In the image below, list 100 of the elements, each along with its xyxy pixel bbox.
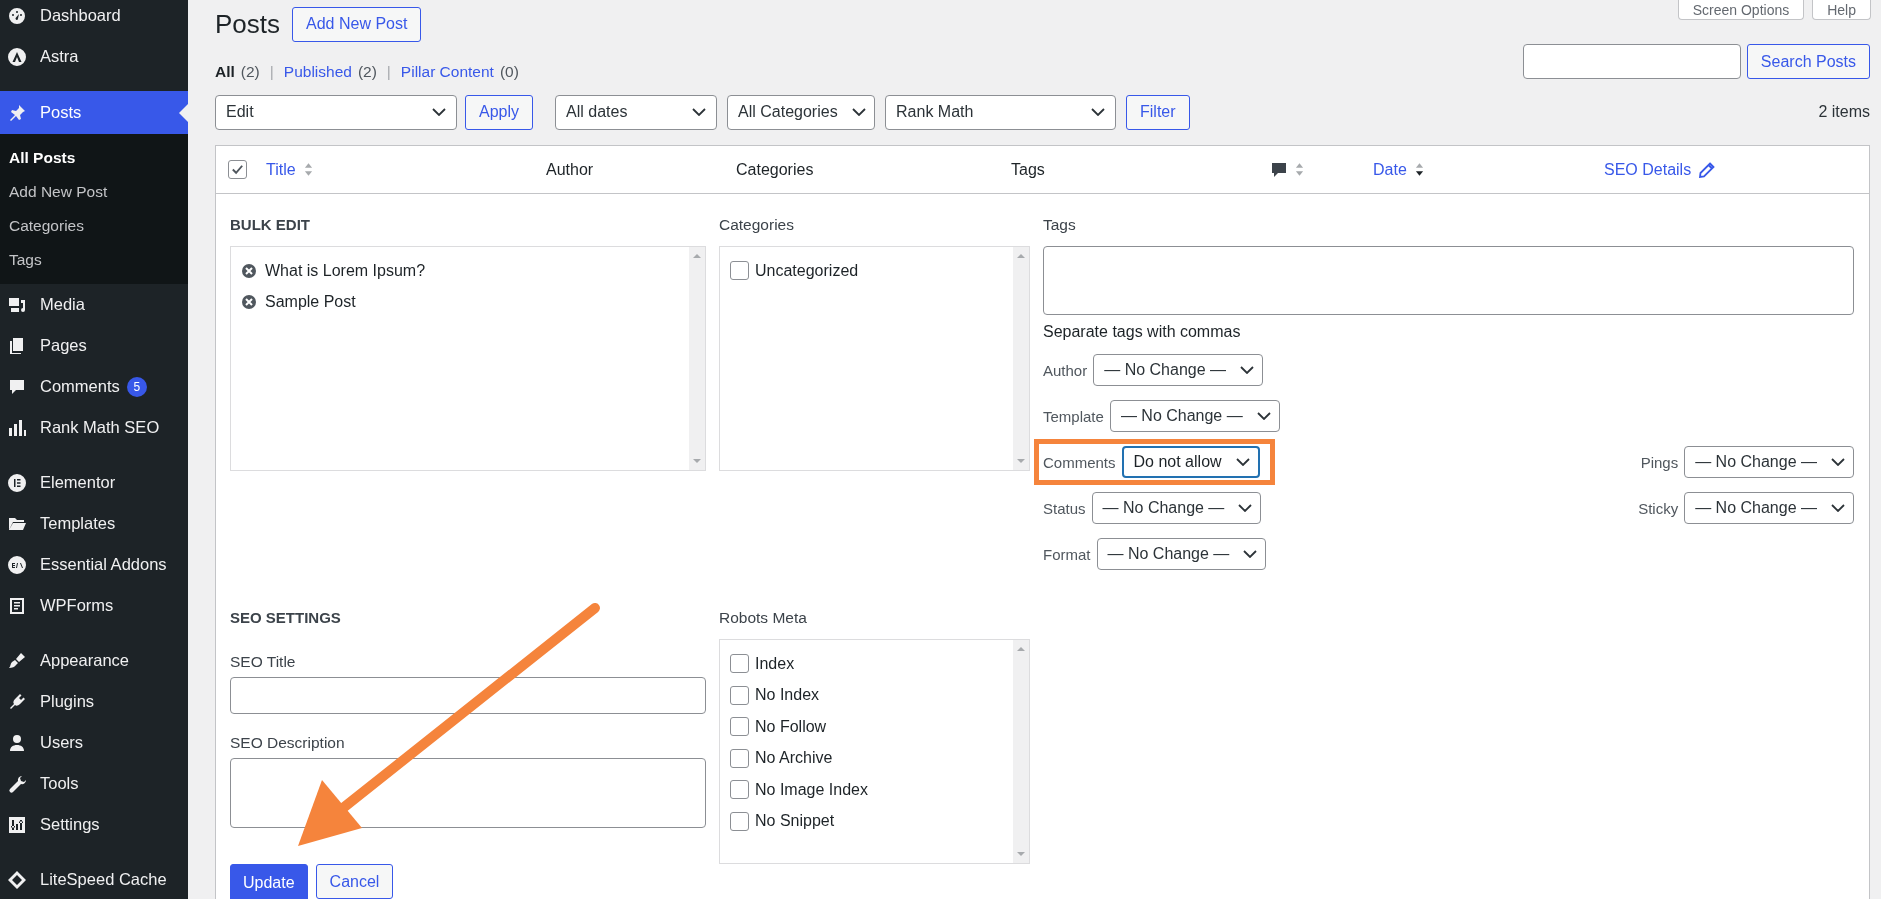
submenu-item[interactable]: All Posts	[0, 141, 188, 175]
sidebar-item[interactable]: Users	[0, 722, 188, 763]
checkbox-label: No Image Index	[755, 780, 868, 799]
bulk-actions-select[interactable]: Edit	[215, 94, 457, 130]
robots-checkbox[interactable]	[730, 717, 749, 737]
checkmark-icon	[230, 162, 245, 177]
user-icon	[7, 732, 27, 753]
circle-logo-icon	[7, 472, 27, 493]
field-label: SEO Description	[230, 733, 346, 753]
submenu-item[interactable]: Add New Post	[0, 175, 188, 209]
sidebar-item[interactable]: Elementor	[0, 462, 188, 503]
search-posts-button[interactable]: Search Posts	[1746, 44, 1870, 79]
sidebar-item[interactable]: Plugins	[0, 681, 188, 722]
chevron-down-icon	[851, 108, 866, 116]
remove-icon[interactable]	[241, 293, 257, 310]
sidebar-item[interactable]: Rank Math SEO	[0, 407, 188, 448]
view-link[interactable]: Pillar Content	[400, 63, 494, 81]
field-label: Pings	[1640, 453, 1679, 471]
chevron-down-icon	[1238, 504, 1253, 512]
item-count: 2 items	[1818, 103, 1870, 121]
scrollbar[interactable]	[1013, 247, 1029, 470]
sidebar-item[interactable]: Tools	[0, 763, 188, 804]
category-checkbox[interactable]	[730, 261, 749, 281]
field-label: Tags	[1043, 215, 1077, 235]
section-title: BULK EDIT	[230, 215, 311, 235]
view-link[interactable]: Published	[283, 63, 352, 81]
add-new-post-button[interactable]: Add New Post	[292, 6, 422, 42]
dropdown-select[interactable]: Do not allow	[1121, 446, 1260, 478]
checkbox-label: No Follow	[755, 717, 827, 736]
field-hint: Separate tags with commas	[1043, 323, 1242, 341]
sidebar-item[interactable]: Essential Addons	[0, 544, 188, 585]
dropdown-select[interactable]: — No Change —	[1091, 492, 1262, 524]
sidebar-item[interactable]: Comments 5	[0, 366, 188, 407]
sidebar-item[interactable]: Dashboard	[0, 0, 188, 36]
dropdown-select[interactable]: — No Change —	[1684, 492, 1854, 524]
filter-select[interactable]: All Categories	[727, 94, 876, 130]
submenu-item[interactable]: Categories	[0, 209, 188, 243]
diamond-icon	[7, 869, 27, 890]
tags-field[interactable]	[1043, 246, 1854, 315]
view-link[interactable]: All	[215, 63, 235, 81]
submenu-item[interactable]: Tags	[0, 243, 188, 277]
sidebar-item[interactable]: Media	[0, 284, 188, 325]
robots-checkbox[interactable]	[730, 811, 749, 831]
apply-button[interactable]: Apply	[465, 94, 534, 130]
update-button[interactable]: Update	[230, 864, 308, 899]
chevron-down-icon	[692, 108, 707, 116]
column-header[interactable]: SEO Details	[1604, 160, 1692, 179]
remove-icon[interactable]	[241, 262, 257, 279]
filter-button[interactable]: Filter	[1126, 94, 1190, 130]
sidebar-item[interactable]: Templates	[0, 503, 188, 544]
seo-title-field[interactable]	[230, 677, 706, 714]
scrollbar[interactable]	[689, 247, 705, 470]
filter-select[interactable]: Rank Math	[885, 94, 1117, 130]
filter-select[interactable]: All dates	[555, 94, 718, 130]
robots-checkbox[interactable]	[730, 748, 749, 768]
sidebar-item[interactable]: Posts	[0, 91, 188, 134]
field-label: Robots Meta	[719, 608, 808, 628]
chevron-down-icon	[1256, 412, 1271, 420]
sidebar-item[interactable]: Appearance	[0, 640, 188, 681]
column-header: Tags	[1011, 160, 1045, 179]
column-header[interactable]: Title	[266, 160, 296, 179]
dropdown-select[interactable]: — No Change —	[1109, 400, 1280, 432]
robots-checkbox[interactable]	[730, 780, 749, 800]
checkbox-label: Index	[755, 654, 795, 673]
select-all-checkbox[interactable]	[228, 160, 247, 179]
post-title: What is Lorem Ipsum?	[265, 261, 426, 280]
field-label: Sticky	[1638, 499, 1679, 517]
chevron-down-icon	[1240, 366, 1255, 374]
field-label: Comments	[1043, 453, 1116, 471]
view-count: (2)	[240, 63, 260, 81]
post-title: Sample Post	[265, 292, 356, 311]
chevron-down-icon	[1831, 458, 1845, 466]
sidebar-item[interactable]: Settings	[0, 804, 188, 845]
cancel-button[interactable]: Cancel	[315, 864, 394, 899]
dropdown-select[interactable]: — No Change —	[1093, 354, 1264, 386]
column-header[interactable]: Date	[1373, 160, 1407, 179]
separator: |	[386, 63, 391, 81]
sidebar-item[interactable]: Astra	[0, 36, 188, 77]
search-field[interactable]	[1522, 44, 1741, 79]
form-icon	[7, 595, 27, 616]
robots-checkbox[interactable]	[730, 685, 749, 705]
robots-checkbox[interactable]	[730, 654, 749, 674]
scrollbar[interactable]	[1013, 640, 1029, 863]
field-label: Author	[1043, 361, 1088, 379]
sort-arrows-icon	[303, 162, 313, 177]
sidebar-item[interactable]: LiteSpeed Cache	[0, 859, 188, 899]
chevron-down-icon	[1831, 504, 1845, 512]
checkbox-label: Uncategorized	[755, 261, 859, 280]
dropdown-select[interactable]: — No Change —	[1096, 538, 1267, 570]
wrench-icon	[7, 773, 27, 794]
sidebar-item[interactable]: WPForms	[0, 585, 188, 626]
field-label: SEO Title	[230, 652, 297, 672]
seo-description-field[interactable]	[230, 758, 706, 828]
dropdown-select[interactable]: — No Change —	[1684, 446, 1854, 478]
field-label: Template	[1043, 407, 1104, 425]
help-button[interactable]: Help	[1812, 0, 1871, 20]
speech-bubble-icon	[1271, 161, 1287, 178]
sidebar-item[interactable]: Pages	[0, 325, 188, 366]
screen-options-button[interactable]: Screen Options	[1677, 0, 1805, 20]
chevron-down-icon	[1235, 458, 1250, 466]
